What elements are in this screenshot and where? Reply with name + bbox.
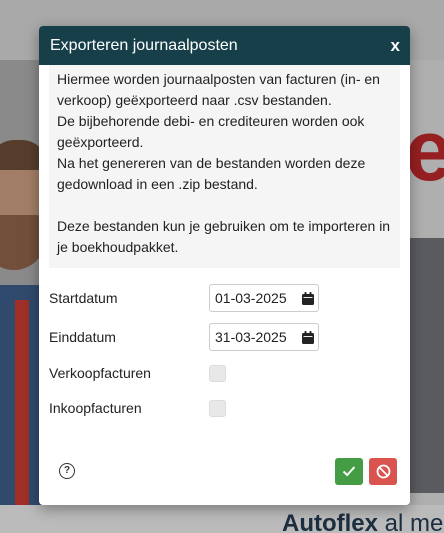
sales-invoices-row: Verkoopfacturen [49,361,400,385]
dialog-header: Exporteren journaalposten x [39,26,410,65]
export-journal-dialog: Exporteren journaalposten x Hiermee word… [39,26,410,505]
dialog-footer: ? [39,456,410,486]
end-date-label: Einddatum [49,329,116,345]
sales-invoices-checkbox[interactable] [209,364,226,382]
purchase-invoices-checkbox[interactable] [209,399,226,417]
cancel-button[interactable] [369,457,397,485]
info-line-1: Hiermee worden journaalposten van factur… [57,71,380,108]
start-date-calendar-button[interactable] [297,285,318,311]
info-line-2: De bijbehorende debi- en crediteuren wor… [57,113,365,150]
end-date-calendar-button[interactable] [297,324,318,350]
calendar-icon [301,291,314,305]
ban-icon [376,464,390,478]
sales-invoices-label: Verkoopfacturen [49,365,151,381]
calendar-icon [301,330,314,344]
end-date-field [209,323,319,351]
purchase-invoices-row: Inkoopfacturen [49,396,400,420]
info-description: Hiermee worden journaalposten van factur… [49,65,400,268]
export-form: Startdatum Einddatum [39,268,410,420]
start-date-label: Startdatum [49,290,118,306]
question-circle-icon[interactable]: ? [59,463,75,479]
dialog-title: Exporteren journaalposten [50,36,238,54]
info-line-3: Na het genereren van de bestanden worden… [57,155,366,192]
confirm-export-button[interactable] [335,457,363,485]
end-date-row: Einddatum [49,322,400,352]
check-icon [342,466,356,477]
purchase-invoices-label: Inkoopfacturen [49,400,142,416]
start-date-input[interactable] [210,285,297,311]
end-date-input[interactable] [210,324,297,350]
start-date-row: Startdatum [49,283,400,313]
dialog-actions [335,457,397,485]
info-line-4: Deze bestanden kun je gebruiken om te im… [57,218,391,255]
start-date-field [209,284,319,312]
close-button[interactable]: x [391,37,400,54]
